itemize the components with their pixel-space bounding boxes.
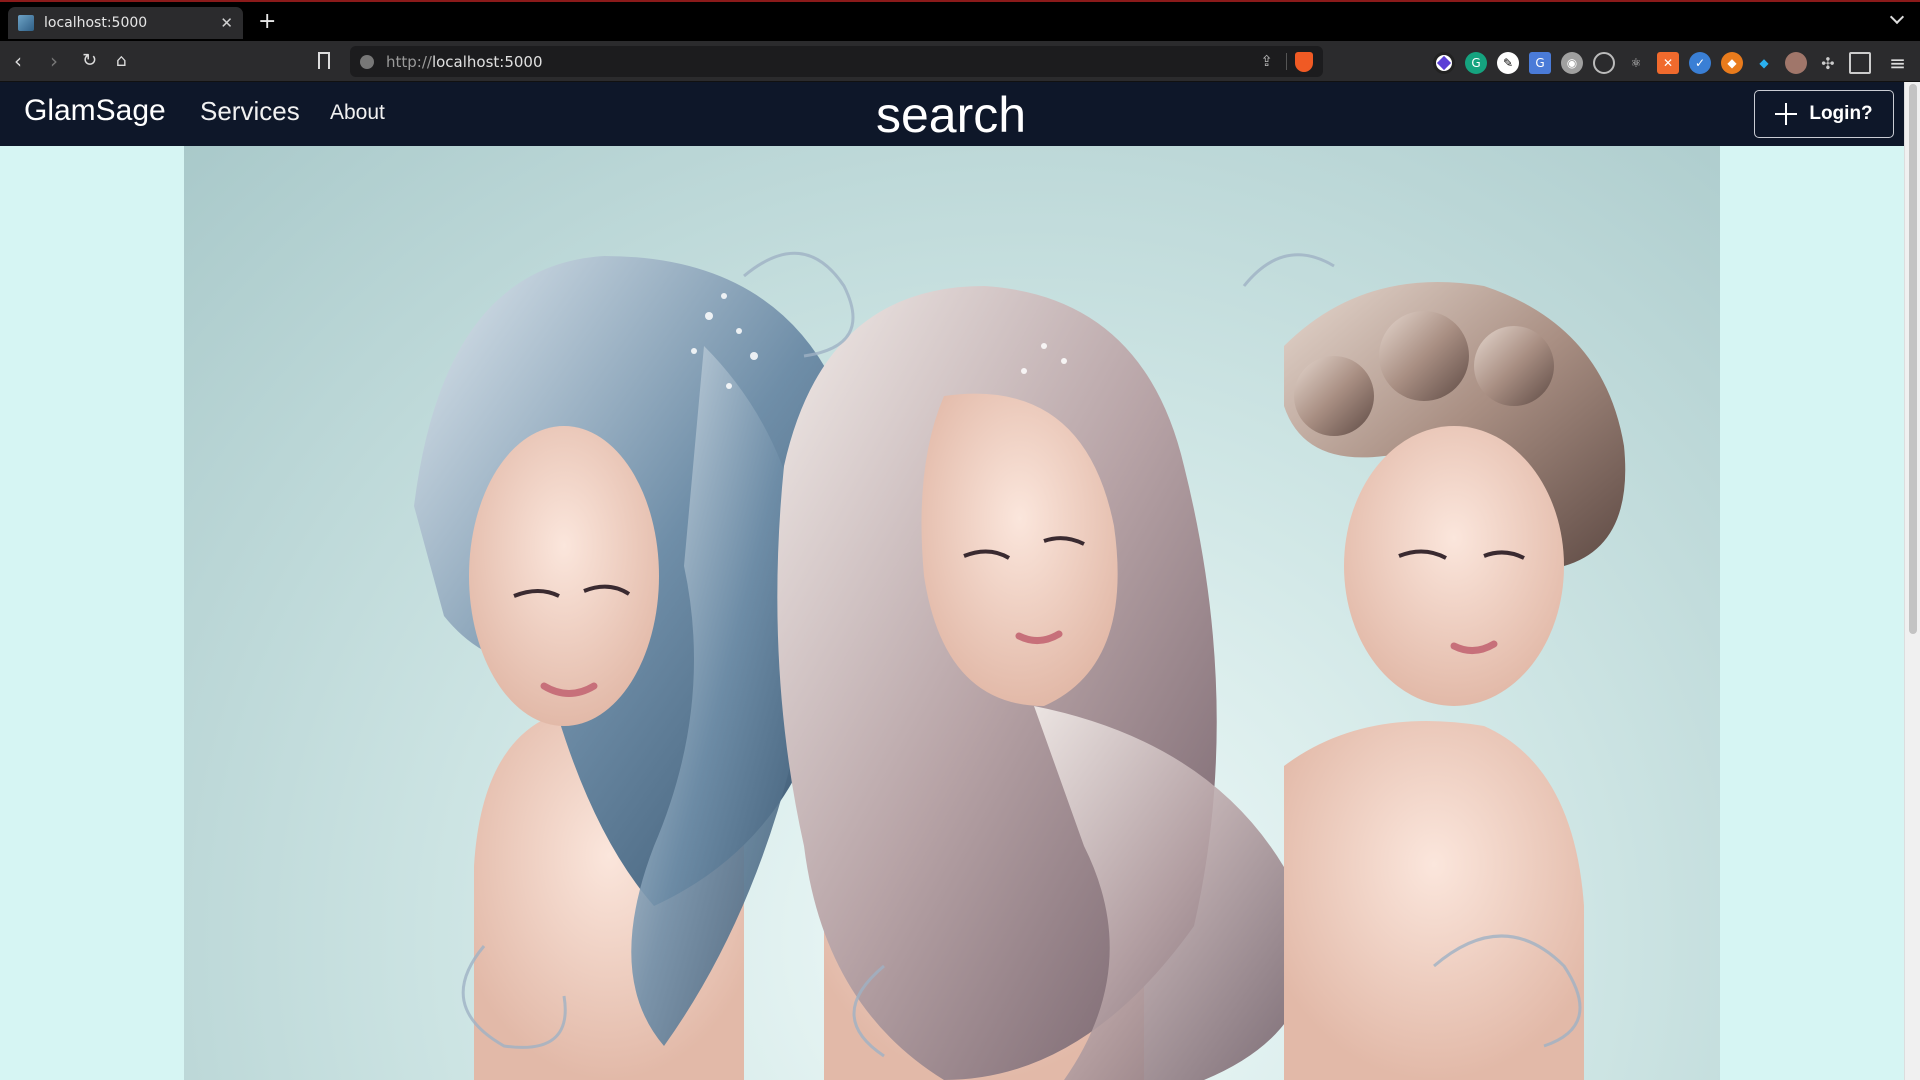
menu-icon[interactable]: ≡ <box>1889 51 1906 75</box>
reload-icon[interactable]: ↻ <box>82 50 97 72</box>
extension-icon[interactable]: ◉ <box>1561 52 1583 74</box>
back-icon[interactable]: ‹ <box>14 50 22 72</box>
extensions-bar: G ✎ G ◉ ⚛ ✕ ✓ ◆ ◆ ✣ <box>1433 52 1871 74</box>
translate-icon[interactable]: G <box>1529 52 1551 74</box>
browser-toolbar: ‹ › ↻ ⌂ http://localhost:5000 ⇪ G ✎ G ◉ … <box>0 41 1920 82</box>
forward-icon[interactable]: › <box>50 50 58 72</box>
login-label: Login? <box>1809 103 1873 124</box>
extension-icon[interactable]: ✕ <box>1657 52 1679 74</box>
react-devtools-icon[interactable]: ⚛ <box>1625 52 1647 74</box>
plus-icon <box>1775 103 1798 125</box>
search-heading[interactable]: search <box>876 86 1026 144</box>
nav-link-services[interactable]: Services <box>200 96 300 127</box>
favicon-icon <box>18 15 34 31</box>
site-navbar: GlamSage Services About search Login? <box>0 82 1904 146</box>
divider <box>1286 53 1287 70</box>
hero-image <box>184 146 1720 1080</box>
extension-icon[interactable]: ◆ <box>1753 52 1775 74</box>
address-bar[interactable]: http://localhost:5000 ⇪ <box>350 46 1323 77</box>
browser-tabstrip: localhost:5000 ✕ + <box>0 0 1920 41</box>
bookmark-icon[interactable] <box>318 52 330 69</box>
grammarly-icon[interactable]: G <box>1465 52 1487 74</box>
extension-icon[interactable] <box>1433 52 1455 74</box>
extension-icon[interactable]: ✓ <box>1689 52 1711 74</box>
nav-link-about[interactable]: About <box>330 101 385 125</box>
puzzle-icon[interactable]: ✣ <box>1817 52 1839 74</box>
share-icon[interactable]: ⇪ <box>1260 52 1273 70</box>
browser-tab[interactable]: localhost:5000 ✕ <box>8 7 243 39</box>
url-text: http://localhost:5000 <box>386 52 543 71</box>
extension-icon[interactable] <box>1785 52 1807 74</box>
scrollbar-thumb[interactable] <box>1909 84 1917 634</box>
home-icon[interactable]: ⌂ <box>116 50 127 72</box>
web-page: GlamSage Services About search Login? <box>0 82 1904 1080</box>
extension-icon[interactable]: ✎ <box>1497 52 1519 74</box>
sidebar-icon[interactable] <box>1849 52 1871 74</box>
page-scrollbar[interactable] <box>1904 82 1920 1080</box>
women-hair-illustration-icon <box>414 251 1626 1080</box>
extension-icon[interactable] <box>1593 52 1615 74</box>
tab-title: localhost:5000 <box>44 15 148 31</box>
close-tab-icon[interactable]: ✕ <box>220 14 233 32</box>
tab-list-chevron-icon[interactable] <box>1889 9 1905 25</box>
site-info-icon[interactable] <box>360 54 374 69</box>
new-tab-button[interactable]: + <box>258 10 276 34</box>
brand-logo[interactable]: GlamSage <box>24 94 166 128</box>
login-button[interactable]: Login? <box>1754 90 1894 138</box>
brave-shields-icon[interactable] <box>1295 52 1313 72</box>
extension-icon[interactable]: ◆ <box>1721 52 1743 74</box>
